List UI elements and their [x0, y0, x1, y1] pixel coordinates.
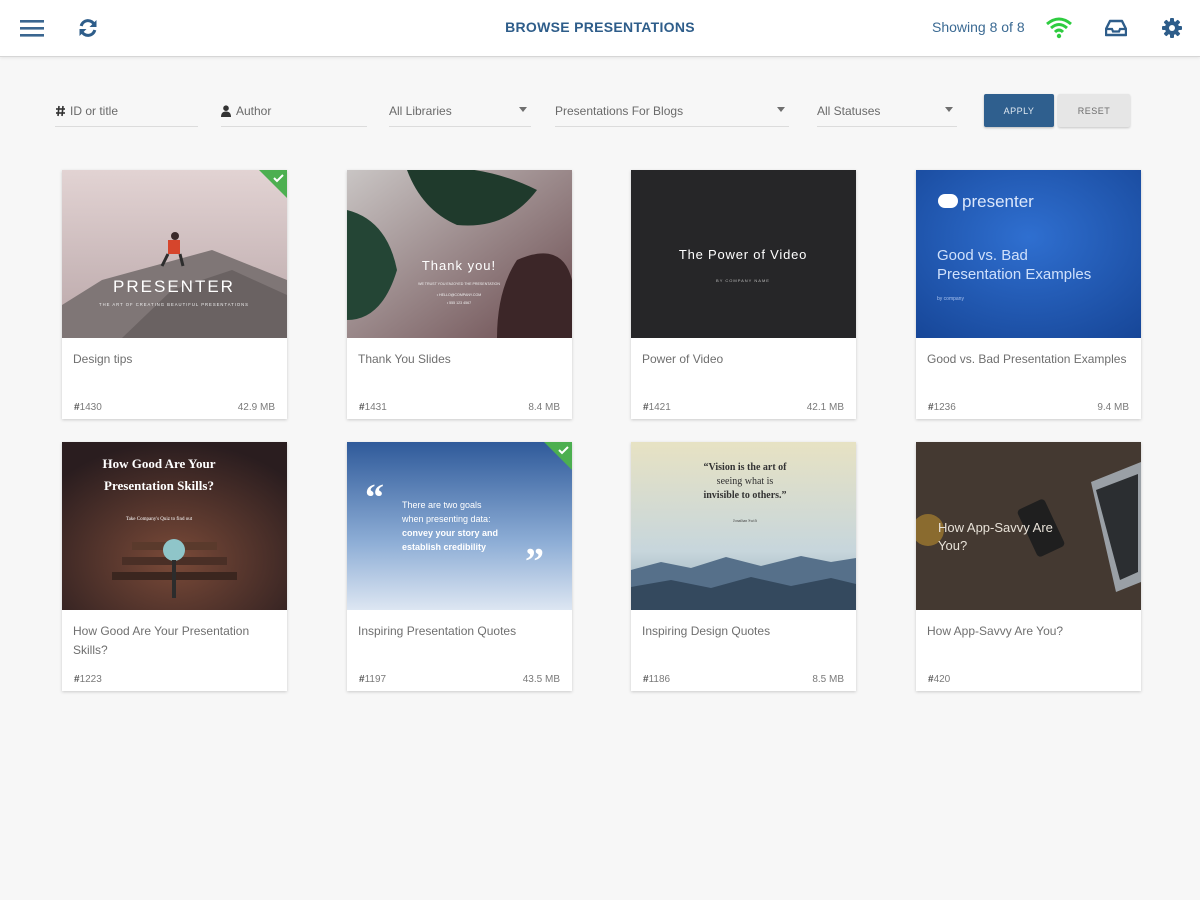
presentation-thumbnail: How Good Are Your Presentation Skills? T… — [62, 442, 287, 610]
card-file-size: 43.5 MB — [522, 674, 560, 685]
thumb-heading: How App-Savvy Are — [938, 520, 1053, 535]
card-id-value: 420 — [933, 674, 951, 685]
status-select-value: All Statuses — [817, 103, 881, 118]
author-placeholder: Author — [236, 103, 272, 118]
thumb-small: by company — [937, 296, 964, 302]
presentation-thumbnail: The Power of Video BY COMPANY NAME — [631, 170, 856, 338]
presentation-thumbnail: “Vision is the art of seeing what is inv… — [631, 442, 856, 610]
thumb-line: • HELLO@COMPANY.COM — [437, 293, 482, 297]
thumb-line: when presenting data: — [401, 514, 491, 524]
card-title: Power of Video — [642, 352, 724, 366]
chevron-down-icon — [945, 107, 953, 112]
card-id: #1223 — [74, 674, 102, 685]
card-file-size: 42.1 MB — [806, 402, 844, 413]
thumb-line: seeing what is — [717, 476, 774, 487]
svg-text:”: ” — [525, 541, 544, 583]
thumb-heading: Good vs. Bad — [937, 247, 1028, 264]
chevron-down-icon — [777, 107, 785, 112]
thumb-brand: presenter — [962, 192, 1034, 211]
thumb-tagline: THE ART OF CREATING BEAUTIFUL PRESENTATI… — [99, 302, 249, 307]
thumb-heading: PRESENTER — [113, 277, 235, 296]
author-field[interactable]: Author — [221, 95, 367, 127]
presentation-card[interactable]: How App-Savvy Are You? How App-Savvy Are… — [916, 442, 1141, 691]
card-title: Good vs. Bad Presentation Examples — [927, 352, 1127, 366]
thumb-heading: Thank you! — [422, 258, 496, 273]
top-bar: BROWSE PRESENTATIONS Showing 8 of 8 — [0, 0, 1200, 57]
inbox-icon[interactable] — [1102, 14, 1130, 42]
selected-check-icon — [544, 442, 572, 470]
thumb-line: • 555 123 4567 — [447, 301, 471, 305]
presentation-card[interactable]: presenter Good vs. Bad Presentation Exam… — [916, 170, 1141, 419]
library-select[interactable]: All Libraries — [389, 95, 531, 127]
card-title: Design tips — [73, 352, 133, 366]
thumb-line: “Vision is the art of — [704, 462, 788, 473]
card-id-value: 1430 — [79, 402, 102, 413]
presentation-thumbnail: Thank you! WE TRUST YOU ENJOYED THE PRES… — [347, 170, 572, 338]
thumb-line: There are two goals — [402, 500, 482, 510]
id-or-title-placeholder: ID or title — [70, 103, 119, 118]
card-title: How App-Savvy Are You? — [927, 624, 1064, 638]
card-title: How Good Are Your Presentation Skills? — [73, 624, 250, 657]
collection-select-value: Presentations For Blogs — [555, 103, 684, 118]
library-select-value: All Libraries — [389, 103, 452, 118]
card-title: Inspiring Presentation Quotes — [358, 624, 517, 638]
collection-select[interactable]: Presentations For Blogs — [555, 95, 789, 127]
presentation-thumbnail: PRESENTER THE ART OF CREATING BEAUTIFUL … — [62, 170, 287, 338]
thumb-author: Jonathan Swift — [733, 518, 758, 523]
presentation-thumbnail: How App-Savvy Are You? — [916, 442, 1141, 610]
hash-icon — [55, 105, 67, 117]
apply-button[interactable]: APPLY — [984, 94, 1054, 127]
card-id: #1236 — [928, 402, 956, 413]
gear-icon[interactable] — [1158, 14, 1186, 42]
thumb-heading: The Power of Video — [679, 247, 807, 262]
card-id: #1197 — [359, 674, 387, 685]
card-id-value: 1186 — [648, 674, 671, 685]
presentation-card[interactable]: The Power of Video BY COMPANY NAME Power… — [631, 170, 856, 419]
presentation-card[interactable]: “Vision is the art of seeing what is inv… — [631, 442, 856, 691]
thumb-heading: You? — [938, 538, 967, 553]
thumb-line: convey your story and — [402, 528, 498, 538]
card-file-size: 9.4 MB — [1097, 402, 1129, 413]
chevron-down-icon — [519, 107, 527, 112]
card-id: #1430 — [74, 402, 102, 413]
card-id: #1421 — [643, 402, 671, 413]
card-file-size: 8.5 MB — [812, 674, 844, 685]
user-icon — [221, 104, 233, 117]
selected-check-icon — [259, 170, 287, 198]
thumb-line: establish credibility — [402, 542, 486, 552]
thumb-small: Take Company's Quiz to find out — [126, 517, 193, 522]
thumb-heading: How Good Are Your — [102, 456, 215, 471]
card-file-size: 42.9 MB — [237, 402, 275, 413]
presentation-thumbnail: “ ” There are two goals when presenting … — [347, 442, 572, 610]
card-id: #420 — [928, 674, 951, 685]
thumb-line: WE TRUST YOU ENJOYED THE PRESENTATION — [418, 282, 500, 286]
card-id-value: 1421 — [648, 402, 671, 413]
card-title: Inspiring Design Quotes — [642, 624, 771, 638]
id-or-title-field[interactable]: ID or title — [55, 95, 198, 127]
svg-text:“: “ — [365, 477, 384, 519]
wifi-icon — [1045, 14, 1073, 42]
thumb-heading: Presentation Skills? — [104, 478, 214, 493]
presentation-card[interactable]: Thank you! WE TRUST YOU ENJOYED THE PRES… — [347, 170, 572, 419]
presentation-card[interactable]: How Good Are Your Presentation Skills? T… — [62, 442, 287, 691]
presentation-thumbnail: presenter Good vs. Bad Presentation Exam… — [916, 170, 1141, 338]
card-id-value: 1197 — [364, 674, 387, 685]
presentation-card[interactable]: “ ” There are two goals when presenting … — [347, 442, 572, 691]
card-title: Thank You Slides — [358, 352, 451, 366]
card-id-value: 1236 — [933, 402, 956, 413]
card-file-size: 8.4 MB — [528, 402, 560, 413]
card-id: #1186 — [643, 674, 671, 685]
result-count: Showing 8 of 8 — [932, 19, 1025, 35]
presentation-card[interactable]: PRESENTER THE ART OF CREATING BEAUTIFUL … — [62, 170, 287, 419]
thumb-subline: BY COMPANY NAME — [716, 278, 770, 283]
thumb-heading: Presentation Examples — [937, 266, 1091, 283]
card-id-value: 1223 — [79, 674, 102, 685]
reset-button[interactable]: RESET — [1058, 94, 1130, 127]
card-id: #1431 — [359, 402, 387, 413]
thumb-line: invisible to others.” — [703, 490, 786, 501]
status-select[interactable]: All Statuses — [817, 95, 957, 127]
card-id-value: 1431 — [364, 402, 387, 413]
